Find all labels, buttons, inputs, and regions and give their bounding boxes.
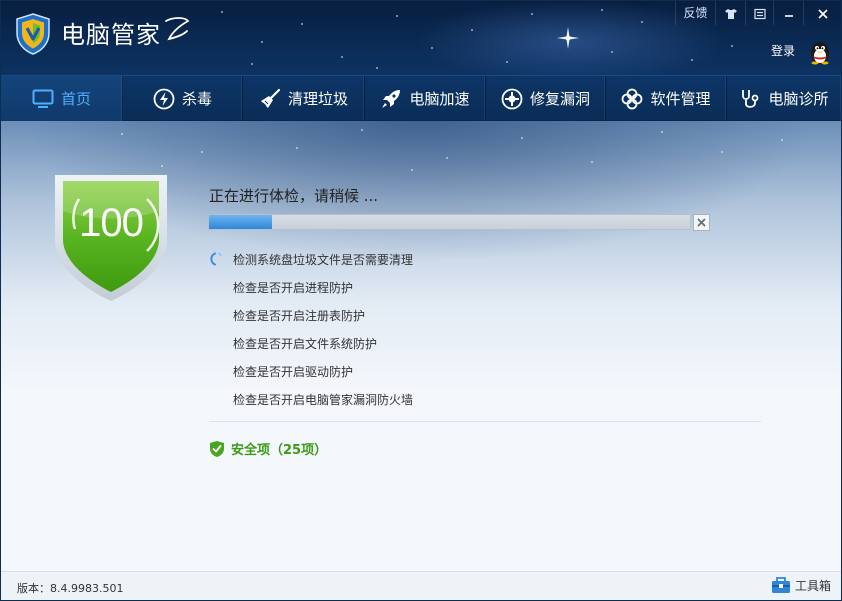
- check-item: 检查是否开启注册表防护: [209, 301, 749, 329]
- nav-clinic[interactable]: 电脑诊所: [727, 76, 841, 121]
- close-button[interactable]: [803, 1, 841, 25]
- scan-check-list: 检测系统盘垃圾文件是否需要清理 检查是否开启进程防护 检查是否开启注册表防护 检…: [209, 245, 749, 413]
- minimize-button[interactable]: [773, 1, 803, 25]
- title-bar: 电脑管家 反馈 登录: [1, 1, 841, 75]
- check-item-label: 检查是否开启注册表防护: [233, 308, 366, 323]
- nav-repair[interactable]: 修复漏洞: [486, 76, 606, 121]
- check-item-label: 检测系统盘垃圾文件是否需要清理: [233, 252, 414, 267]
- app-title: 电脑管家: [61, 21, 161, 49]
- scan-status-title: 正在进行体检，请稍候 ...: [209, 187, 379, 205]
- app-window: 电脑管家 反馈 登录 首页 杀毒 清理垃圾 电脑加速 修复漏洞 软件管理 电脑诊…: [0, 0, 842, 601]
- minimize-icon: [784, 14, 793, 17]
- check-item: 检查是否开启驱动防护: [209, 357, 749, 385]
- safe-items-label: 安全项（25项）: [231, 443, 328, 458]
- version-label: 版本：8.4.9983.501: [17, 582, 124, 595]
- cancel-scan-button[interactable]: [693, 214, 710, 231]
- nav-software[interactable]: 软件管理: [606, 76, 727, 121]
- scan-progress-bar: [208, 214, 691, 230]
- check-item: 检查是否开启进程防护: [209, 273, 749, 301]
- scan-progress-fill: [209, 215, 272, 229]
- toolbox-button[interactable]: 工具箱: [771, 576, 831, 594]
- feedback-button[interactable]: 反馈: [675, 1, 715, 25]
- nav-home[interactable]: 首页: [1, 76, 123, 121]
- close-icon: [817, 8, 828, 19]
- main-nav: 首页 杀毒 清理垃圾 电脑加速 修复漏洞 软件管理 电脑诊所: [1, 75, 841, 121]
- nav-clean[interactable]: 清理垃圾: [243, 76, 365, 121]
- nav-home-label: 首页: [60, 90, 91, 108]
- check-item: 检查是否开启文件系统防护: [209, 329, 749, 357]
- nav-repair-label: 修复漏洞: [529, 90, 590, 108]
- repair-icon: [501, 88, 523, 109]
- shirt-icon: [724, 8, 737, 19]
- toolbox-label: 工具箱: [794, 578, 831, 593]
- lightning-icon: [153, 88, 175, 109]
- safe-items-toggle[interactable]: 安全项（25项）: [209, 439, 327, 458]
- health-score: 100: [79, 201, 144, 245]
- main-content: 100 正在进行体检，请稍候 ... 检测系统盘垃圾文件是否需要清理 检查是否开…: [1, 121, 841, 571]
- menu-icon: [753, 8, 766, 19]
- loading-spinner-icon: [209, 251, 233, 267]
- check-item-label: 检查是否开启电脑管家漏洞防火墙: [233, 392, 414, 407]
- sparkle-icon: [557, 27, 579, 49]
- check-item: 检查是否开启电脑管家漏洞防火墙: [209, 385, 749, 413]
- close-icon: [697, 218, 706, 227]
- check-item-label: 检查是否开启文件系统防护: [233, 336, 378, 351]
- window-controls: 反馈: [675, 1, 841, 27]
- status-bar: 版本：8.4.9983.501 工具箱: [1, 571, 841, 600]
- app-logo-icon: [16, 13, 50, 55]
- qq-penguin-icon[interactable]: [807, 39, 833, 65]
- menu-button[interactable]: [745, 1, 773, 25]
- skin-button[interactable]: [715, 1, 745, 25]
- nav-software-label: 软件管理: [650, 90, 711, 108]
- nav-antivirus-label: 杀毒: [181, 90, 212, 108]
- nav-speedup-label: 电脑加速: [409, 90, 470, 108]
- version-mark-icon: [165, 17, 190, 41]
- nav-antivirus[interactable]: 杀毒: [123, 76, 243, 121]
- broom-icon: [260, 88, 281, 108]
- check-item: 检测系统盘垃圾文件是否需要清理: [209, 245, 749, 273]
- check-item-label: 检查是否开启驱动防护: [233, 364, 354, 379]
- nav-clinic-label: 电脑诊所: [768, 90, 829, 108]
- shield-check-icon: [210, 440, 224, 457]
- login-link[interactable]: 登录: [771, 42, 795, 59]
- toolbox-icon: [771, 577, 790, 593]
- section-divider: [209, 421, 761, 422]
- monitor-icon: [32, 89, 54, 108]
- check-item-label: 检查是否开启进程防护: [233, 280, 354, 295]
- clover-icon: [622, 88, 643, 109]
- rocket-icon: [382, 89, 401, 108]
- stethoscope-icon: [742, 89, 759, 108]
- nav-clean-label: 清理垃圾: [287, 90, 348, 108]
- nav-speedup[interactable]: 电脑加速: [365, 76, 486, 121]
